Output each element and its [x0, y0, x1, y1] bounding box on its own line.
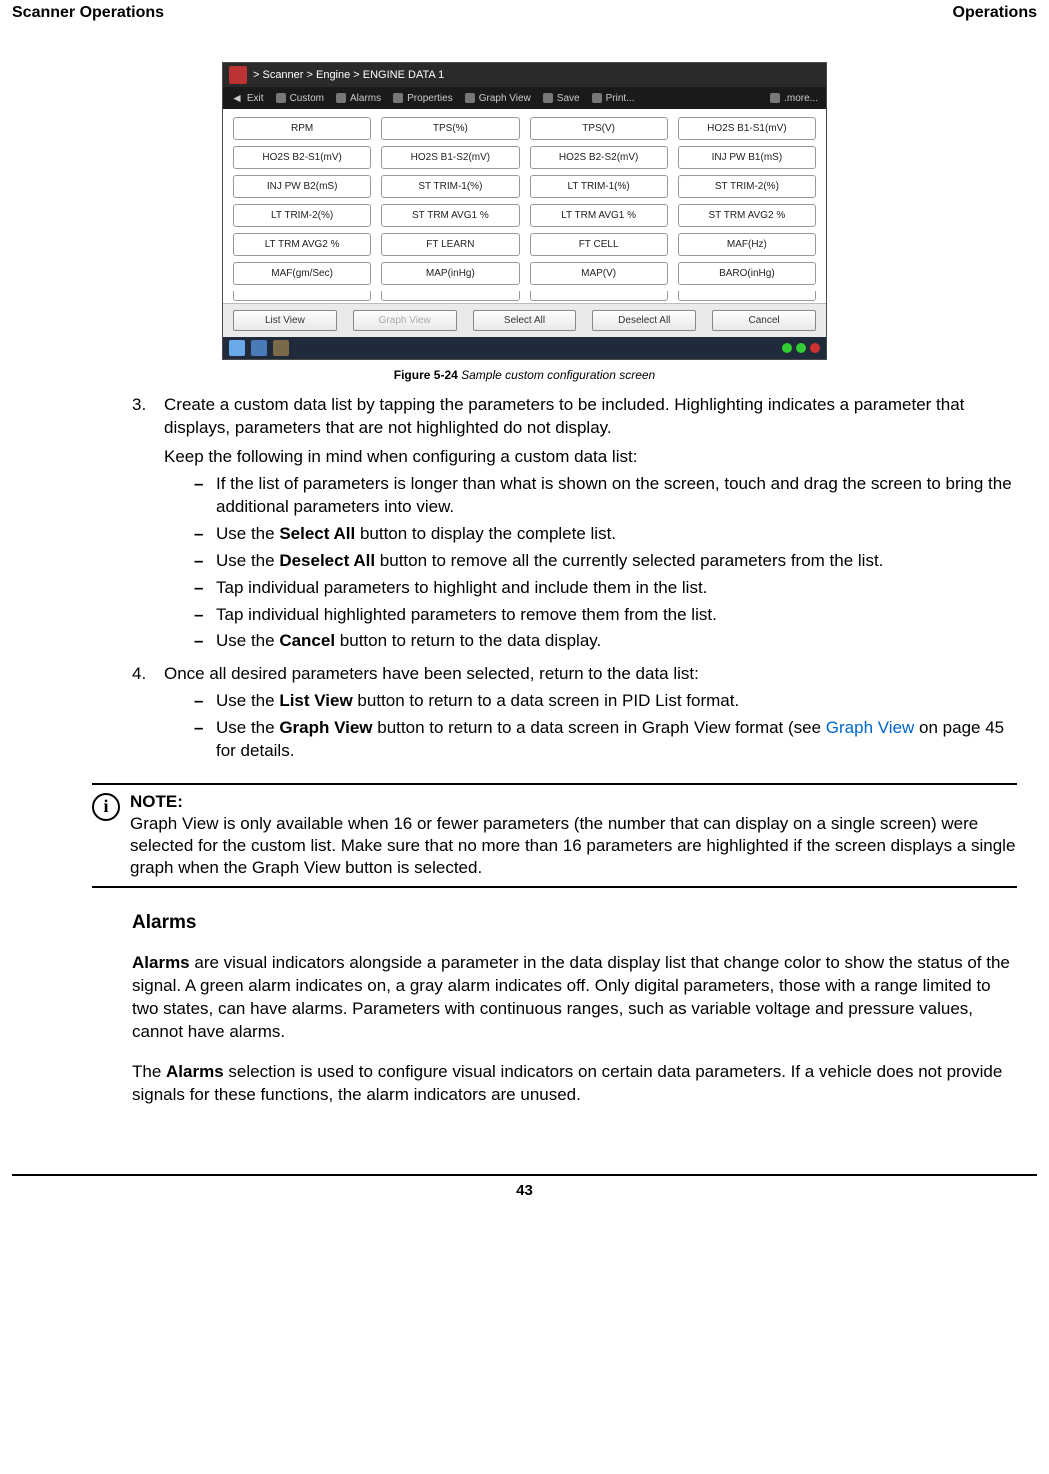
bullet-text: Tap individual parameters to highlight a…: [216, 577, 707, 600]
param-button[interactable]: MAF(Hz): [678, 233, 816, 256]
app-logo-icon: [229, 66, 247, 84]
alarms-p1: Alarms are visual indicators alongside a…: [132, 952, 1017, 1044]
cancel-button[interactable]: Cancel: [712, 310, 816, 331]
toolbar: ◄Exit Custom Alarms Properties Graph Vie…: [223, 87, 826, 109]
list-view-button[interactable]: List View: [233, 310, 337, 331]
param-button[interactable]: RPM: [233, 117, 371, 140]
header-left: Scanner Operations: [12, 4, 164, 22]
param-button[interactable]: LT TRIM-1(%): [530, 175, 668, 198]
param-button[interactable]: INJ PW B1(mS): [678, 146, 816, 169]
printer-icon: [592, 93, 602, 103]
note-block: i NOTE: Graph View is only available whe…: [92, 783, 1017, 887]
param-button[interactable]: ST TRM AVG2 %: [678, 204, 816, 227]
alarms-button[interactable]: Alarms: [336, 93, 381, 104]
param-button[interactable]: HO2S B2-S2(mV): [530, 146, 668, 169]
param-button[interactable]: ST TRIM-1(%): [381, 175, 519, 198]
param-button[interactable]: LT TRM AVG2 %: [233, 233, 371, 256]
param-button[interactable]: FT CELL: [530, 233, 668, 256]
titlebar: > Scanner > Engine > ENGINE DATA 1: [223, 63, 826, 87]
param-button[interactable]: MAP(V): [530, 262, 668, 285]
bottom-bar: List View Graph View Select All Deselect…: [223, 303, 826, 337]
param-button[interactable]: INJ PW B2(mS): [233, 175, 371, 198]
save-button[interactable]: Save: [543, 93, 580, 104]
bell-icon: [336, 93, 346, 103]
param-button[interactable]: [233, 291, 371, 301]
list-number: 4.: [132, 663, 164, 767]
header-right: Operations: [953, 4, 1037, 22]
tool-icon[interactable]: [273, 340, 289, 356]
step4-text: Once all desired parameters have been se…: [164, 663, 1017, 686]
more-button[interactable]: .more...: [770, 93, 818, 104]
deselect-all-button[interactable]: Deselect All: [592, 310, 696, 331]
print-button[interactable]: Print...: [592, 93, 635, 104]
status-dot-red: [810, 343, 820, 353]
bullet-text: Use the Deselect All button to remove al…: [216, 550, 883, 573]
step3-text: Create a custom data list by tapping the…: [164, 394, 1017, 440]
param-button[interactable]: [530, 291, 668, 301]
select-all-button[interactable]: Select All: [473, 310, 577, 331]
menu-icon: [770, 93, 780, 103]
param-button[interactable]: HO2S B1-S2(mV): [381, 146, 519, 169]
param-button[interactable]: TPS(%): [381, 117, 519, 140]
param-button[interactable]: HO2S B2-S1(mV): [233, 146, 371, 169]
param-row-cutoff: [223, 291, 826, 303]
list-icon[interactable]: [251, 340, 267, 356]
param-button[interactable]: ST TRIM-2(%): [678, 175, 816, 198]
alarms-heading: Alarms: [132, 910, 1017, 936]
sample-app-window: > Scanner > Engine > ENGINE DATA 1 ◄Exit…: [222, 62, 827, 360]
list-number: 3.: [132, 394, 164, 657]
note-title: NOTE:: [130, 791, 1017, 813]
param-button[interactable]: BARO(inHg): [678, 262, 816, 285]
exit-button[interactable]: ◄Exit: [231, 91, 264, 105]
parameter-grid: RPM TPS(%) TPS(V) HO2S B1-S1(mV) HO2S B2…: [223, 109, 826, 291]
status-dot-green: [782, 343, 792, 353]
bullet-text: Tap individual highlighted parameters to…: [216, 604, 717, 627]
bullet-text: Use the Select All button to display the…: [216, 523, 616, 546]
properties-button[interactable]: Properties: [393, 93, 453, 104]
bullet-text: If the list of parameters is longer than…: [216, 473, 1017, 519]
alarms-p2: The Alarms selection is used to configur…: [132, 1061, 1017, 1107]
param-button[interactable]: [381, 291, 519, 301]
param-button[interactable]: LT TRIM-2(%): [233, 204, 371, 227]
param-button[interactable]: [678, 291, 816, 301]
page-number: 43: [516, 1182, 533, 1199]
breadcrumb: > Scanner > Engine > ENGINE DATA 1: [253, 69, 444, 81]
bullet-text: Use the Graph View button to return to a…: [216, 717, 1017, 763]
status-dot-green: [796, 343, 806, 353]
param-button[interactable]: FT LEARN: [381, 233, 519, 256]
graph-view-link[interactable]: Graph View: [826, 718, 915, 737]
custom-button[interactable]: Custom: [276, 93, 324, 104]
graph-view-button[interactable]: Graph View: [353, 310, 457, 331]
param-button[interactable]: ST TRM AVG1 %: [381, 204, 519, 227]
param-button[interactable]: MAF(gm/Sec): [233, 262, 371, 285]
bullet-text: Use the Cancel button to return to the d…: [216, 630, 601, 653]
step3-text2: Keep the following in mind when configur…: [164, 446, 1017, 469]
star-icon: [276, 93, 286, 103]
graph-icon: [465, 93, 475, 103]
gear-icon: [393, 93, 403, 103]
param-button[interactable]: MAP(inHg): [381, 262, 519, 285]
info-icon: i: [92, 793, 120, 821]
figure-caption: Figure 5-24 Sample custom configuration …: [12, 368, 1037, 382]
disk-icon: [543, 93, 553, 103]
status-strip: [223, 337, 826, 359]
note-body: Graph View is only available when 16 or …: [130, 813, 1017, 879]
home-icon[interactable]: [229, 340, 245, 356]
param-button[interactable]: TPS(V): [530, 117, 668, 140]
bullet-text: Use the List View button to return to a …: [216, 690, 739, 713]
param-button[interactable]: HO2S B1-S1(mV): [678, 117, 816, 140]
graphview-button[interactable]: Graph View: [465, 93, 531, 104]
param-button[interactable]: LT TRM AVG1 %: [530, 204, 668, 227]
page-footer: 43: [12, 1174, 1037, 1199]
